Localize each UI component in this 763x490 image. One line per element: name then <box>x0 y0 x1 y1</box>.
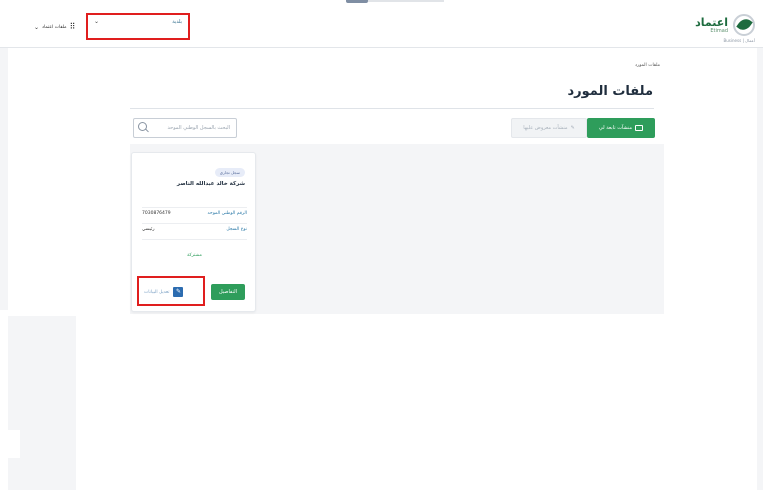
offered-entities-label: منشآت معروض عليها <box>523 125 568 131</box>
show-more-link[interactable]: مشتركة <box>132 253 257 258</box>
search-placeholder: البحث بالسجل الوطني الموحد <box>167 125 231 131</box>
side-edge <box>0 316 8 490</box>
side-gap-lower <box>0 430 20 458</box>
breadcrumb[interactable]: ملفات المورد <box>635 63 660 68</box>
row-value: 7030876479 <box>142 211 171 216</box>
row-value: رئيسي <box>142 227 155 232</box>
chevron-down-icon: ⌄ <box>94 18 100 25</box>
card-divider <box>142 207 247 208</box>
search-input[interactable]: البحث بالسجل الوطني الموحد <box>133 118 237 138</box>
offered-entities-button[interactable]: منشآت معروض عليها ✎ <box>511 118 587 138</box>
active-tab-indicator <box>346 0 368 3</box>
supplier-name: شركة خالد عبدالله الناصر <box>176 181 245 187</box>
my-entities-button[interactable]: منشآت تابعة لي <box>587 118 655 138</box>
entity-select-value: بلدية <box>172 19 182 25</box>
page-title: ملفات المورد <box>567 84 653 99</box>
details-button[interactable]: التفاصيل <box>211 284 245 300</box>
top-bar: اعتماد Etimad Business | أعمال بلدية ⌄ ⌄… <box>0 0 763 48</box>
row-label: نوع السجل <box>226 227 247 232</box>
record-type-badge: سجل تجاري <box>214 168 245 177</box>
handshake-icon: ✎ <box>570 125 575 131</box>
logo-en-text: Etimad <box>710 28 728 34</box>
chevron-down-icon: ⌄ <box>34 23 40 31</box>
app-menu-label: ملفات اعتماد <box>42 24 67 30</box>
row-label: الرقم الوطني الموحد <box>207 211 247 216</box>
etimad-logo[interactable]: اعتماد Etimad Business | أعمال <box>691 14 755 43</box>
highlight-box <box>137 276 205 306</box>
title-divider <box>130 108 654 109</box>
card-divider <box>142 239 247 240</box>
card-row-unified-number: الرقم الوطني الموحد 7030876479 <box>142 211 247 221</box>
card-row-record-type: نوع السجل رئيسي <box>142 227 247 237</box>
building-icon <box>635 125 644 131</box>
my-entities-label: منشآت تابعة لي <box>598 125 633 131</box>
logo-sub-text: Business | أعمال <box>723 38 755 43</box>
search-icon <box>138 122 147 131</box>
entity-select[interactable]: بلدية ⌄ <box>86 13 190 40</box>
app-menu[interactable]: ⌄ ملفات اعتماد ⠿ <box>34 22 75 32</box>
grid-icon: ⠿ <box>69 22 76 31</box>
tab-track <box>368 0 444 2</box>
card-divider <box>142 223 247 224</box>
side-panel <box>8 316 76 490</box>
